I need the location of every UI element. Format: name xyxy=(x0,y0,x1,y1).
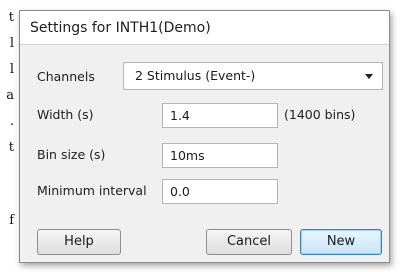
channels-selected-value: 2 Stimulus (Event-) xyxy=(135,68,256,83)
help-button[interactable]: Help xyxy=(37,229,121,255)
settings-dialog: Settings for INTH1(Demo) Channels 2 Stim… xyxy=(19,10,390,263)
bin-size-input[interactable]: 10ms xyxy=(162,143,278,168)
width-bins-note: (1400 bins) xyxy=(284,107,356,122)
minimum-interval-label: Minimum interval xyxy=(37,183,147,198)
bin-size-label: Bin size (s) xyxy=(37,147,106,162)
width-input-value: 1.4 xyxy=(170,108,190,123)
background-text-fragment: t xyxy=(8,140,14,155)
chevron-down-icon[interactable] xyxy=(365,74,373,79)
background-text-fragment: . xyxy=(9,114,14,129)
cancel-button[interactable]: Cancel xyxy=(206,229,292,255)
bin-size-input-value: 10ms xyxy=(170,148,205,163)
width-label: Width (s) xyxy=(37,107,94,122)
new-button[interactable]: New xyxy=(300,229,382,255)
background-text-fragment: l xyxy=(9,62,14,77)
background-text-fragment: l xyxy=(9,36,14,51)
minimum-interval-input[interactable]: 0.0 xyxy=(162,179,278,204)
minimum-interval-input-value: 0.0 xyxy=(170,184,190,199)
background-text-fragment: a xyxy=(6,88,14,103)
dialog-titlebar[interactable]: Settings for INTH1(Demo) xyxy=(20,11,389,45)
dialog-title: Settings for INTH1(Demo) xyxy=(30,20,211,36)
background-text-fragment: f xyxy=(9,213,14,228)
channels-label: Channels xyxy=(37,69,95,84)
background-text-fragment: t xyxy=(8,10,14,25)
width-input[interactable]: 1.4 xyxy=(162,103,278,128)
channels-dropdown[interactable]: 2 Stimulus (Event-) xyxy=(123,62,383,90)
